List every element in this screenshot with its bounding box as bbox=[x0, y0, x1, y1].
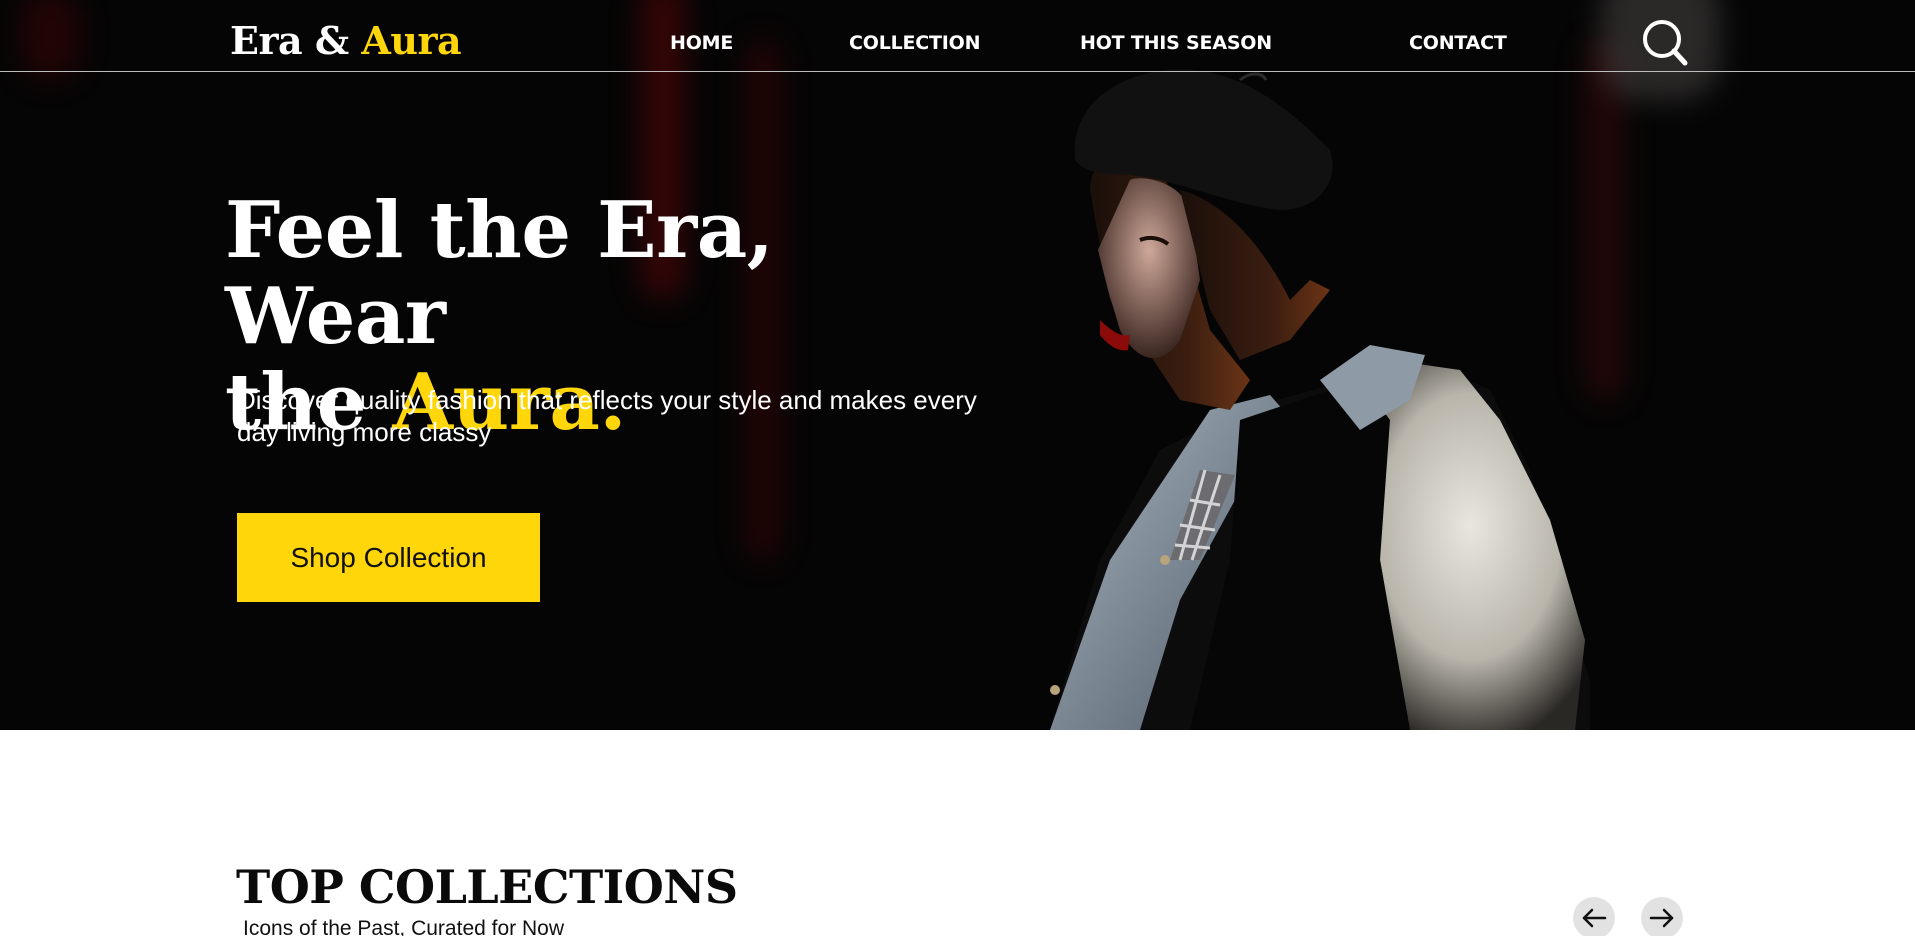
carousel-prev-button[interactable] bbox=[1573, 897, 1615, 936]
brand-logo[interactable]: Era & Aura bbox=[230, 18, 462, 63]
headline-line1: Feel the Era, Wear bbox=[225, 185, 774, 362]
nav-hot-this-season[interactable]: HOT THIS SEASON bbox=[1080, 32, 1272, 54]
brand-name-part1: Era & bbox=[230, 18, 349, 63]
nav-collection[interactable]: COLLECTION bbox=[849, 32, 981, 54]
model-illustration bbox=[1050, 69, 1590, 730]
arrow-right-icon bbox=[1649, 908, 1674, 928]
search-icon bbox=[1643, 20, 1688, 66]
brand-name-part2: Aura bbox=[361, 18, 462, 63]
shop-collection-button[interactable]: Shop Collection bbox=[237, 513, 540, 602]
nav-contact[interactable]: CONTACT bbox=[1409, 32, 1507, 54]
carousel-next-button[interactable] bbox=[1641, 897, 1683, 936]
top-collections-title: TOP COLLECTIONS bbox=[236, 860, 738, 914]
hero-model-photo bbox=[1030, 0, 1915, 730]
arrow-left-icon bbox=[1582, 908, 1607, 928]
hero-subtext: Discover quality fashion that reflects y… bbox=[237, 385, 977, 447]
top-collections-subtitle: Icons of the Past, Curated for Now bbox=[243, 917, 564, 936]
search-button[interactable] bbox=[1640, 18, 1690, 68]
hero-section: Era & Aura HOME COLLECTION HOT THIS SEAS… bbox=[0, 0, 1915, 730]
top-navigation: Era & Aura HOME COLLECTION HOT THIS SEAS… bbox=[0, 0, 1915, 72]
nav-home[interactable]: HOME bbox=[670, 32, 733, 54]
